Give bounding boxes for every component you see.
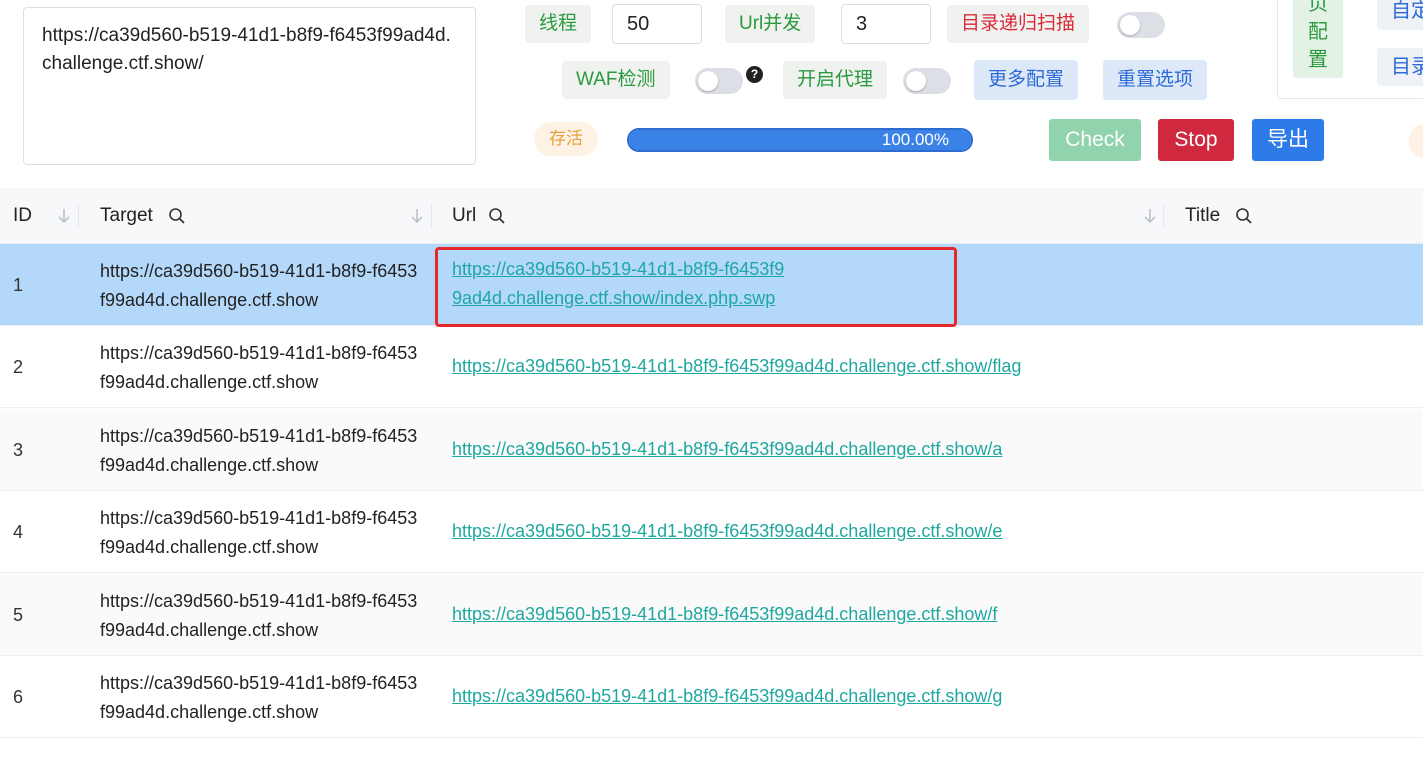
table-row[interactable]: 2 https://ca39d560-b519-41d1-b8f9-f6453f…: [0, 326, 1423, 408]
search-icon[interactable]: [1235, 207, 1253, 225]
table-header: ID Target Url Title: [0, 188, 1423, 244]
export-button[interactable]: 导出: [1252, 119, 1324, 161]
progress-text: 100.00%: [881, 130, 949, 149]
table-row[interactable]: 3 https://ca39d560-b519-41d1-b8f9-f6453f…: [0, 409, 1423, 491]
more-config-button[interactable]: 更多配置: [974, 60, 1079, 100]
search-icon[interactable]: [488, 207, 506, 225]
cell-target: https://ca39d560-b519-41d1-b8f9-f6453f99…: [100, 426, 418, 475]
column-divider[interactable]: [78, 204, 79, 228]
cell-id: 5: [13, 605, 24, 625]
url-concurrency-input[interactable]: 3: [841, 4, 931, 44]
config-char: 页: [1308, 0, 1328, 15]
sort-icon[interactable]: [409, 207, 425, 225]
header-url[interactable]: Url: [452, 188, 476, 244]
url-concurrency-label: Url并发: [725, 5, 816, 43]
header-id[interactable]: ID: [13, 188, 32, 244]
config-char: 配: [1308, 21, 1328, 43]
table-row[interactable]: 6 https://ca39d560-b519-41d1-b8f9-f6453f…: [0, 656, 1423, 738]
progress-bar: 100.00%: [627, 128, 973, 152]
alive-tag: 存活: [534, 122, 598, 156]
cell-url-link[interactable]: https://ca39d560-b519-41d1-b8f9-f6453f99…: [452, 600, 997, 629]
check-button[interactable]: Check: [1049, 119, 1141, 161]
cell-id: 3: [13, 440, 24, 460]
recursive-scan-toggle[interactable]: [1117, 12, 1165, 38]
proxy-toggle[interactable]: [903, 68, 951, 94]
column-divider[interactable]: [431, 204, 432, 228]
cell-target: https://ca39d560-b519-41d1-b8f9-f6453f99…: [100, 261, 418, 310]
cell-url-link[interactable]: https://ca39d560-b519-41d1-b8f9-f6453f99…: [452, 517, 1002, 546]
cell-url-link[interactable]: https://ca39d560-b519-41d1-b8f9-f6453f99…: [452, 352, 1021, 381]
cell-url-link[interactable]: https://ca39d560-b519-41d1-b8f9-f6453f99…: [452, 435, 1002, 464]
cell-id: 1: [13, 275, 24, 295]
directory-button[interactable]: 目录: [1377, 48, 1423, 86]
stop-button[interactable]: Stop: [1158, 119, 1234, 161]
table-row[interactable]: 5 https://ca39d560-b519-41d1-b8f9-f6453f…: [0, 574, 1423, 656]
cell-id: 6: [13, 687, 24, 707]
cell-target: https://ca39d560-b519-41d1-b8f9-f6453f99…: [100, 343, 418, 392]
config-char: 置: [1308, 49, 1328, 71]
column-divider[interactable]: [1163, 204, 1164, 228]
recursive-scan-label: 目录递归扫描: [947, 5, 1090, 43]
target-input[interactable]: https://ca39d560-b519-41d1-b8f9-f6453f99…: [23, 7, 476, 165]
cell-target: https://ca39d560-b519-41d1-b8f9-f6453f99…: [100, 591, 418, 640]
partial-tag: [1409, 124, 1423, 158]
cell-url-link[interactable]: https://ca39d560-b519-41d1-b8f9-f6453f99…: [452, 682, 1002, 711]
cell-target: https://ca39d560-b519-41d1-b8f9-f6453f99…: [100, 508, 418, 557]
sort-icon[interactable]: [1142, 207, 1158, 225]
waf-detect-label: WAF检测: [562, 61, 670, 99]
waf-detect-toggle[interactable]: [695, 68, 743, 94]
sort-icon[interactable]: [56, 207, 72, 225]
page-config-button[interactable]: 页 配 置: [1293, 0, 1343, 78]
custom-button[interactable]: 自定: [1377, 0, 1423, 30]
cell-id: 4: [13, 522, 24, 542]
cell-target: https://ca39d560-b519-41d1-b8f9-f6453f99…: [100, 673, 418, 722]
help-icon[interactable]: ?: [746, 66, 763, 83]
reset-options-button[interactable]: 重置选项: [1103, 60, 1208, 100]
threads-input[interactable]: 50: [612, 4, 702, 44]
header-title[interactable]: Title: [1185, 188, 1220, 244]
cell-id: 2: [13, 357, 24, 377]
table-row[interactable]: 4 https://ca39d560-b519-41d1-b8f9-f6453f…: [0, 491, 1423, 573]
highlight-box: [435, 247, 957, 327]
proxy-label: 开启代理: [783, 61, 888, 99]
threads-label: 线程: [525, 5, 592, 43]
search-icon[interactable]: [168, 207, 186, 225]
header-target[interactable]: Target: [100, 188, 153, 244]
